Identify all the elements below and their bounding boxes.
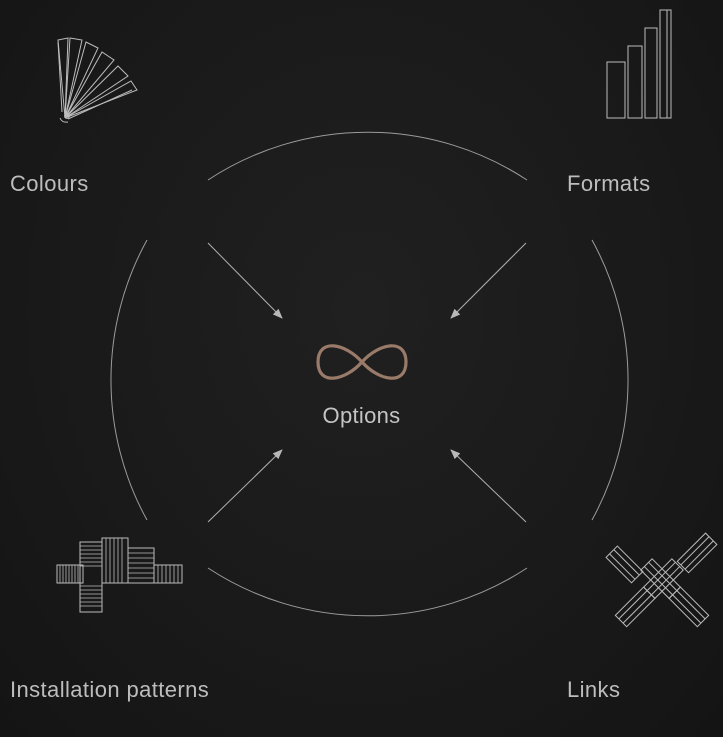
arrow-colours <box>207 242 283 319</box>
colour-fan-icon <box>57 37 138 123</box>
arc-right <box>591 239 629 521</box>
bar-formats-icon <box>606 9 672 119</box>
arc-top <box>207 131 528 181</box>
infinity-icon <box>316 344 408 380</box>
node-label-links: Links <box>567 677 621 702</box>
options-diagram: Options Colours Formats Installation pat… <box>0 0 723 737</box>
arc-bottom <box>207 567 528 617</box>
arrow-formats <box>450 242 527 319</box>
node-label-colours: Colours <box>10 171 89 196</box>
herringbone-icon <box>605 532 718 628</box>
arrows <box>207 242 527 523</box>
ring-arcs <box>110 131 629 617</box>
node-label-formats: Formats <box>567 171 651 196</box>
node-label-installation: Installation patterns <box>10 677 210 702</box>
arrow-links <box>450 449 527 523</box>
arrow-installation <box>207 449 283 523</box>
arc-left <box>110 239 148 521</box>
diagram-canvas <box>56 9 718 628</box>
center-label: Options <box>322 403 401 428</box>
pattern-cross-icon <box>56 537 183 613</box>
